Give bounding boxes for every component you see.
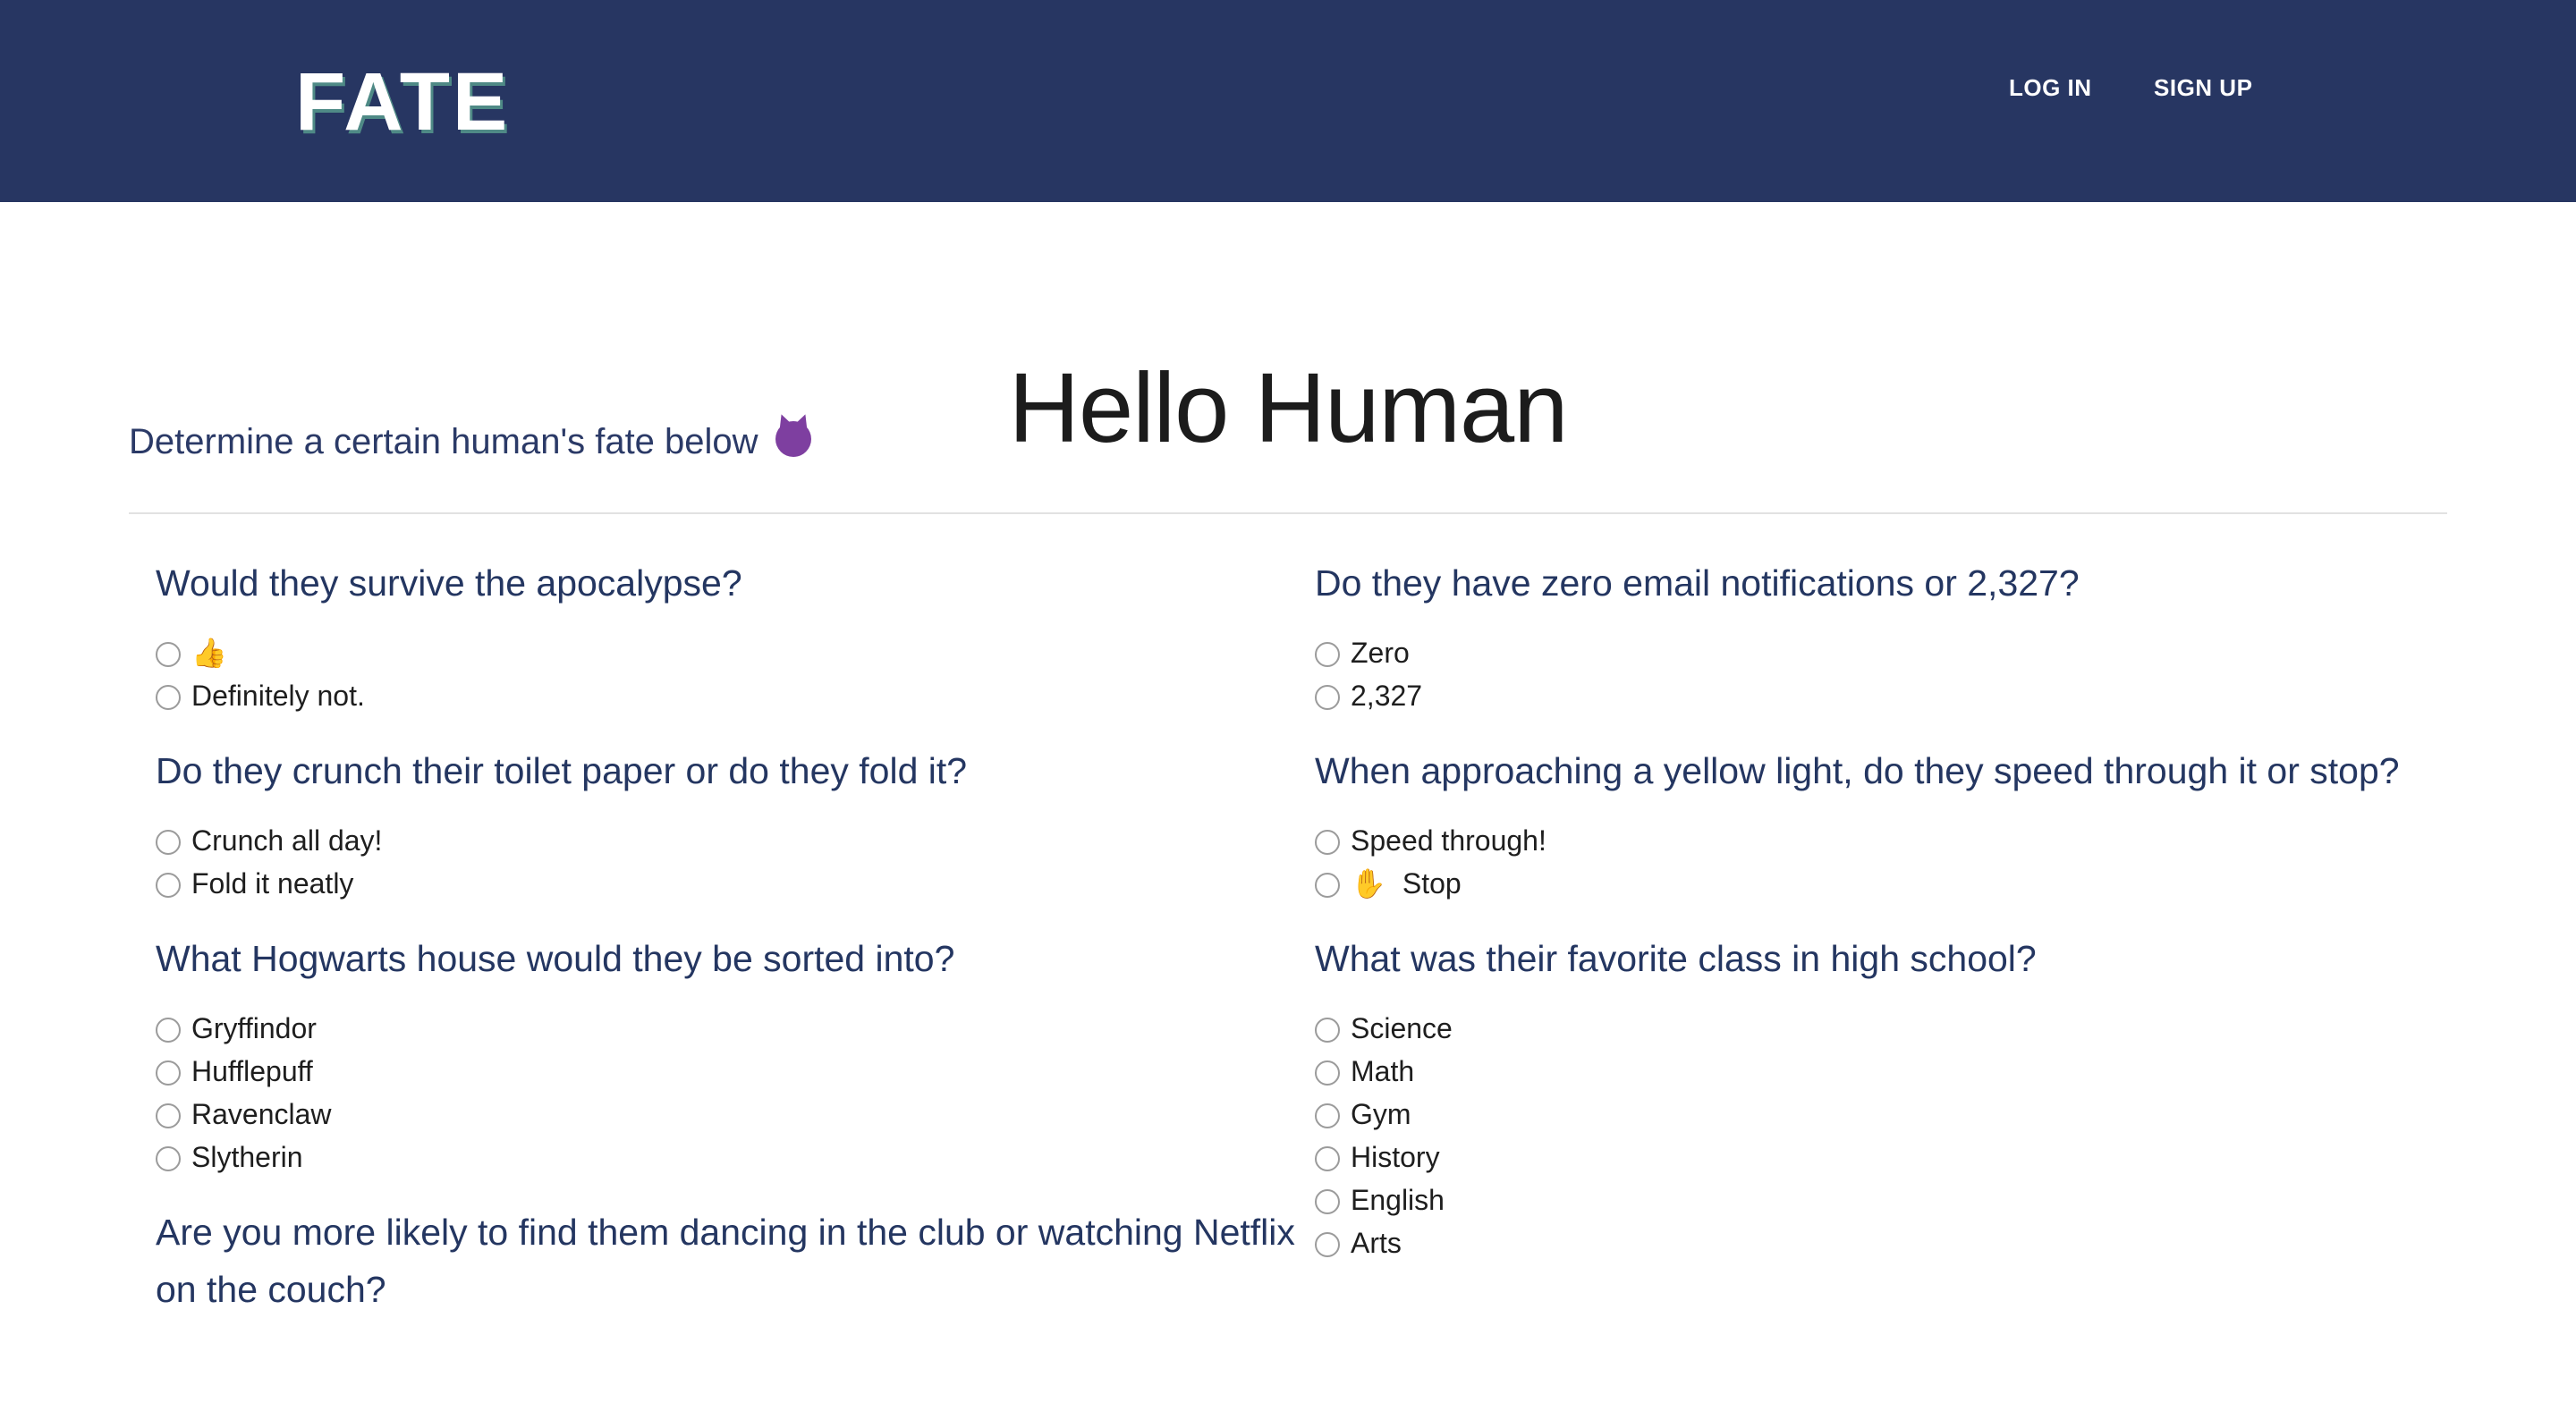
option-label: Stop xyxy=(1402,866,1462,900)
nav-links: LOG IN SIGN UP xyxy=(0,72,2576,107)
signup-link[interactable]: SIGN UP xyxy=(2154,72,2252,104)
option-label: Crunch all day! xyxy=(191,824,383,857)
option-label: Gym xyxy=(1351,1097,1411,1130)
option-gym[interactable]: Gym xyxy=(1315,1093,2478,1136)
question-text: What was their favorite class in high sc… xyxy=(1315,938,2037,979)
question-text: Do they have zero email notifications or… xyxy=(1315,562,2080,604)
option-thumbs-up[interactable]: 👍 xyxy=(156,631,1318,674)
option-math[interactable]: Math xyxy=(1315,1050,2478,1093)
subtitle: Determine a certain human's fate below xyxy=(129,417,811,467)
option-label: Hufflepuff xyxy=(191,1054,313,1087)
option-label: Gryffindor xyxy=(191,1011,317,1044)
radio-button[interactable] xyxy=(1315,1189,1340,1214)
questions-column-left: Would they survive the apocalypse? 👍 Def… xyxy=(156,554,1318,1343)
option-label: Speed through! xyxy=(1351,824,1546,857)
option-2327[interactable]: 2,327 xyxy=(1315,674,2478,717)
radio-button[interactable] xyxy=(156,1018,181,1043)
option-speed-through[interactable]: Speed through! xyxy=(1315,819,2478,862)
question-text: When approaching a yellow light, do they… xyxy=(1315,750,2400,791)
option-english[interactable]: English xyxy=(1315,1179,2478,1221)
question-text: Are you more likely to find them dancing… xyxy=(156,1212,1295,1310)
option-label: Arts xyxy=(1351,1226,1402,1259)
radio-button[interactable] xyxy=(1315,1060,1340,1086)
divider xyxy=(129,512,2447,514)
question-text: Would they survive the apocalypse? xyxy=(156,562,742,604)
option-zero[interactable]: Zero xyxy=(1315,631,2478,674)
question-text: What Hogwarts house would they be sorted… xyxy=(156,938,955,979)
option-label: Fold it neatly xyxy=(191,866,354,900)
option-definitely-not[interactable]: Definitely not. xyxy=(156,674,1318,717)
radio-button[interactable] xyxy=(1315,685,1340,710)
option-fold[interactable]: Fold it neatly xyxy=(156,862,1318,905)
radio-button[interactable] xyxy=(1315,830,1340,855)
radio-button[interactable] xyxy=(156,685,181,710)
question-toilet-paper: Do they crunch their toilet paper or do … xyxy=(156,742,1318,905)
option-label: Ravenclaw xyxy=(191,1097,332,1130)
option-label: Definitely not. xyxy=(191,679,365,712)
option-crunch[interactable]: Crunch all day! xyxy=(156,819,1318,862)
subtitle-text: Determine a certain human's fate below xyxy=(129,422,758,461)
radio-button[interactable] xyxy=(1315,873,1340,898)
radio-button[interactable] xyxy=(1315,1018,1340,1043)
radio-button[interactable] xyxy=(156,1060,181,1086)
option-label: English xyxy=(1351,1183,1445,1216)
option-label: History xyxy=(1351,1140,1440,1173)
option-label: Math xyxy=(1351,1054,1415,1087)
question-apocalypse: Would they survive the apocalypse? 👍 Def… xyxy=(156,554,1318,717)
question-favorite-class: What was their favorite class in high sc… xyxy=(1315,930,2478,1264)
option-gryffindor[interactable]: Gryffindor xyxy=(156,1007,1318,1050)
thumbs-up-icon: 👍 xyxy=(191,637,227,669)
option-label: 2,327 xyxy=(1351,679,1423,712)
radio-button[interactable] xyxy=(1315,1146,1340,1171)
option-hufflepuff[interactable]: Hufflepuff xyxy=(156,1050,1318,1093)
navbar: FATE LOG IN SIGN UP xyxy=(0,0,2576,202)
option-label: Zero xyxy=(1351,636,1410,669)
radio-button[interactable] xyxy=(1315,642,1340,667)
option-history[interactable]: History xyxy=(1315,1136,2478,1179)
questions-column-right: Do they have zero email notifications or… xyxy=(1315,554,2478,1289)
question-yellow-light: When approaching a yellow light, do they… xyxy=(1315,742,2478,905)
radio-button[interactable] xyxy=(156,873,181,898)
option-slytherin[interactable]: Slytherin xyxy=(156,1136,1318,1179)
question-club-or-netflix: Are you more likely to find them dancing… xyxy=(156,1204,1318,1318)
login-link[interactable]: LOG IN xyxy=(2009,72,2092,104)
radio-button[interactable] xyxy=(156,1103,181,1128)
option-science[interactable]: Science xyxy=(1315,1007,2478,1050)
radio-button[interactable] xyxy=(156,642,181,667)
option-label: Slytherin xyxy=(191,1140,303,1173)
question-text: Do they crunch their toilet paper or do … xyxy=(156,750,968,791)
radio-button[interactable] xyxy=(156,1146,181,1171)
option-label: Science xyxy=(1351,1011,1453,1044)
raised-hand-icon: ✋ xyxy=(1351,867,1386,900)
option-arts[interactable]: Arts xyxy=(1315,1221,2478,1264)
question-hogwarts: What Hogwarts house would they be sorted… xyxy=(156,930,1318,1179)
smiling-devil-icon xyxy=(775,421,811,457)
radio-button[interactable] xyxy=(1315,1103,1340,1128)
option-stop[interactable]: ✋ Stop xyxy=(1315,862,2478,905)
question-email: Do they have zero email notifications or… xyxy=(1315,554,2478,717)
radio-button[interactable] xyxy=(1315,1232,1340,1257)
radio-button[interactable] xyxy=(156,830,181,855)
option-ravenclaw[interactable]: Ravenclaw xyxy=(156,1093,1318,1136)
